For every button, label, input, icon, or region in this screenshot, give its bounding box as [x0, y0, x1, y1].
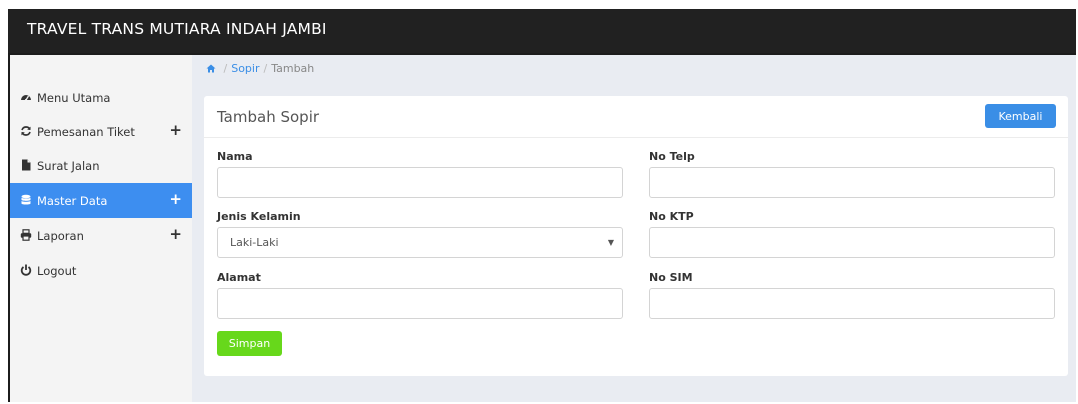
alamat-label: Alamat — [217, 271, 261, 284]
no-ktp-label: No KTP — [649, 210, 694, 223]
breadcrumb-separator: / — [263, 62, 268, 75]
page-title: Tambah Sopir — [217, 108, 320, 126]
sidebar-item-label: Pemesanan Tiket — [37, 125, 135, 139]
save-button[interactable]: Simpan — [217, 331, 282, 356]
nama-field[interactable] — [217, 167, 623, 198]
back-button[interactable]: Kembali — [985, 104, 1056, 128]
app-frame: TRAVEL TRANS MUTIARA INDAH JAMBI Menu Ut… — [8, 9, 1076, 402]
form-card: Tambah Sopir Kembali Nama No Telp Jenis … — [204, 96, 1068, 376]
sidebar-item-laporan[interactable]: Laporan + — [10, 218, 192, 253]
breadcrumb-link-sopir[interactable]: Sopir — [231, 62, 259, 75]
refresh-icon — [20, 125, 32, 137]
sidebar-item-surat-jalan[interactable]: Surat Jalan — [10, 148, 192, 183]
sidebar-item-logout[interactable]: Logout — [10, 253, 192, 288]
sidebar-item-master-data[interactable]: Master Data + — [10, 183, 192, 218]
plus-icon[interactable]: + — [169, 191, 182, 207]
nama-label: Nama — [217, 150, 253, 163]
app-title[interactable]: TRAVEL TRANS MUTIARA INDAH JAMBI — [27, 20, 327, 38]
file-icon — [20, 159, 32, 171]
no-sim-field[interactable] — [649, 288, 1055, 319]
home-icon[interactable] — [206, 62, 220, 75]
sidebar-item-label: Master Data — [37, 194, 108, 208]
main-content: / Sopir / Tambah Tambah Sopir Kembali Nama … — [192, 55, 1076, 402]
no-ktp-field[interactable] — [649, 227, 1055, 258]
top-navbar: TRAVEL TRANS MUTIARA INDAH JAMBI — [8, 9, 1076, 53]
sidebar-item-menu-utama[interactable]: Menu Utama — [10, 80, 192, 115]
sidebar-item-label: Menu Utama — [37, 91, 111, 105]
sidebar-item-pemesanan-tiket[interactable]: Pemesanan Tiket + — [10, 114, 192, 149]
sidebar-item-label: Logout — [37, 264, 77, 278]
no-sim-label: No SIM — [649, 271, 693, 284]
sidebar-item-label: Laporan — [37, 229, 84, 243]
jenis-kelamin-value: Laki-Laki — [230, 236, 279, 249]
sidebar: Menu Utama Pemesanan Tiket + Surat Jalan… — [10, 55, 192, 402]
print-icon — [20, 229, 32, 241]
alamat-field[interactable] — [217, 288, 623, 319]
jenis-kelamin-select[interactable]: Laki-Laki ▼ — [217, 227, 623, 258]
power-icon — [20, 264, 32, 276]
plus-icon[interactable]: + — [169, 122, 182, 138]
card-divider — [204, 137, 1068, 138]
breadcrumb-separator: / — [223, 62, 228, 75]
no-telp-field[interactable] — [649, 167, 1055, 198]
sidebar-item-label: Surat Jalan — [37, 159, 100, 173]
chevron-down-icon: ▼ — [607, 238, 614, 247]
plus-icon[interactable]: + — [169, 226, 182, 242]
dashboard-icon — [20, 91, 32, 103]
database-icon — [20, 194, 32, 206]
breadcrumb: / Sopir / Tambah — [206, 62, 314, 75]
breadcrumb-current: Tambah — [271, 62, 315, 75]
jenis-kelamin-label: Jenis Kelamin — [217, 210, 301, 223]
no-telp-label: No Telp — [649, 150, 695, 163]
